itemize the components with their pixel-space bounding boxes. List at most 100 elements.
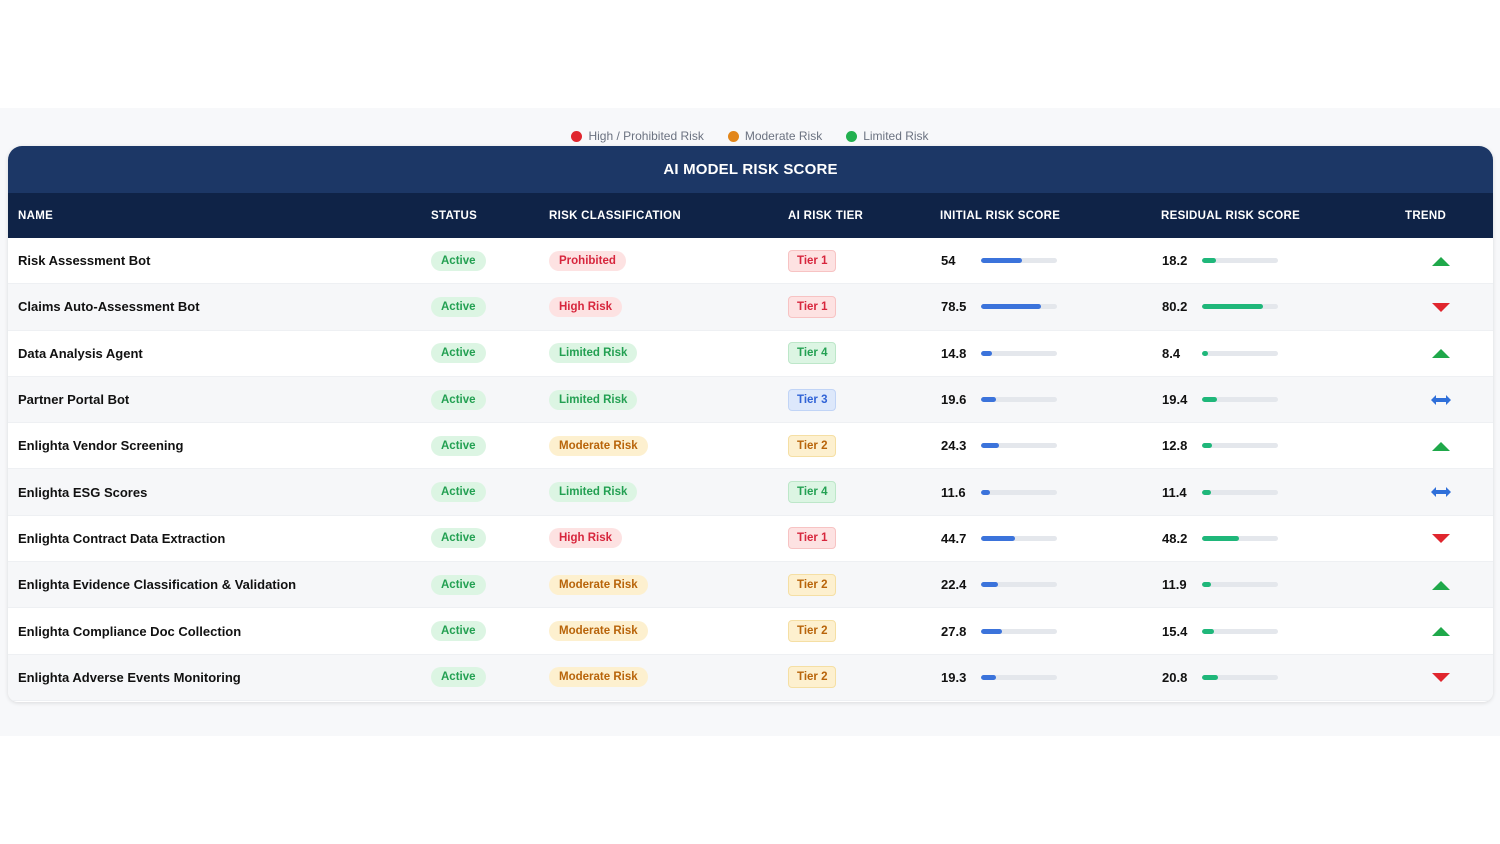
status-badge: Active	[431, 389, 486, 410]
risk-legend: High / Prohibited Risk Moderate Risk Lim…	[0, 127, 1500, 145]
header-ai-risk-tier[interactable]: AI RISK TIER	[788, 193, 863, 238]
ai-risk-tier-badge: Tier 1	[788, 295, 837, 318]
residual-risk-score: 12.8	[1162, 438, 1188, 454]
residual-score-bar	[1202, 443, 1278, 449]
tier-cell: Tier 4	[788, 469, 837, 514]
initial-score-bar	[981, 350, 1057, 356]
initial-risk-score: 19.3	[941, 669, 967, 685]
residual-score-bar	[1202, 258, 1278, 264]
table-row[interactable]: Enlighta ESG Scores Active Limited Risk Tie…	[8, 469, 1493, 516]
tier-cell: Tier 2	[788, 423, 837, 468]
tier-cell: Tier 2	[788, 562, 837, 607]
legend-item-high: High / Prohibited Risk	[571, 129, 704, 143]
residual-score-bar	[1202, 350, 1278, 356]
classification-cell: High Risk	[549, 516, 623, 561]
table-row[interactable]: Risk Assessment Bot Active Prohibited Tier …	[8, 238, 1493, 285]
row-name: Partner Portal Bot	[18, 392, 130, 408]
risk-classification-badge: Moderate Risk	[549, 435, 648, 456]
trend-cell	[1430, 655, 1452, 700]
tier-cell: Tier 1	[788, 284, 837, 329]
initial-score-cell: 78.5	[941, 284, 1057, 329]
row-name: Risk Assessment Bot	[18, 253, 151, 269]
classification-cell: Moderate Risk	[549, 562, 648, 607]
residual-score-bar	[1202, 304, 1278, 310]
residual-score-bar	[1202, 535, 1278, 541]
initial-score-bar	[981, 258, 1057, 264]
tier-cell: Tier 3	[788, 377, 837, 422]
table-row[interactable]: Claims Auto-Assessment Bot Active High Ris…	[8, 284, 1493, 331]
header-status[interactable]: STATUS	[431, 193, 477, 238]
initial-score-bar	[981, 535, 1057, 541]
initial-score-bar	[981, 674, 1057, 680]
residual-score-cell: 80.2	[1162, 284, 1278, 329]
table-row[interactable]: Enlighta Evidence Classification & Valid…	[8, 562, 1493, 609]
residual-score-bar-fill	[1202, 674, 1218, 680]
residual-score-bar-fill	[1202, 628, 1214, 634]
table-header: NAME STATUS RISK CLASSIFICATION AI RISK …	[8, 193, 1493, 238]
trend-cell	[1430, 238, 1452, 283]
trend-cell	[1430, 331, 1452, 376]
initial-score-cell: 19.6	[941, 377, 1057, 422]
initial-score-bar-fill	[981, 397, 996, 403]
residual-score-cell: 11.4	[1162, 469, 1278, 514]
status-badge: Active	[431, 482, 486, 503]
residual-risk-score: 20.8	[1162, 669, 1188, 685]
residual-score-bar-fill	[1202, 397, 1217, 403]
arrow-left-right-icon	[1430, 485, 1452, 499]
table-row[interactable]: Enlighta Contract Data Extraction Active H…	[8, 516, 1493, 563]
risk-score-card: AI MODEL RISK SCORE NAME STATUS RISK CLA…	[8, 146, 1493, 702]
initial-score-cell: 24.3	[941, 423, 1057, 468]
initial-score-bar-fill	[981, 350, 993, 356]
arrow-down-icon	[1430, 531, 1452, 545]
residual-risk-score: 11.9	[1162, 577, 1187, 593]
initial-risk-score: 27.8	[941, 623, 967, 639]
header-trend[interactable]: TREND	[1405, 193, 1446, 238]
status-cell: Active	[431, 284, 486, 329]
initial-score-bar-fill	[981, 674, 996, 680]
residual-risk-score: 19.4	[1162, 392, 1188, 408]
tier-cell: Tier 2	[788, 608, 837, 653]
residual-score-bar-fill	[1202, 443, 1212, 449]
risk-classification-badge: Moderate Risk	[549, 574, 648, 595]
status-badge: Active	[431, 343, 486, 364]
row-name: Enlighta Adverse Events Monitoring	[18, 669, 241, 685]
legend-label-high: High / Prohibited Risk	[588, 129, 704, 143]
header-initial-risk-score[interactable]: INITIAL RISK SCORE	[940, 193, 1060, 238]
table-title: AI MODEL RISK SCORE	[8, 146, 1493, 193]
arrow-up-icon	[1430, 624, 1452, 638]
initial-score-bar	[981, 628, 1057, 634]
table-row[interactable]: Enlighta Vendor Screening Active Moderate …	[8, 423, 1493, 470]
row-name: Claims Auto-Assessment Bot	[18, 299, 200, 315]
initial-score-cell: 44.7	[941, 516, 1057, 561]
ai-risk-tier-badge: Tier 1	[788, 527, 837, 550]
residual-score-bar	[1202, 582, 1278, 588]
table-row[interactable]: Enlighta Adverse Events Monitoring Active…	[8, 654, 1493, 701]
ai-risk-tier-badge: Tier 3	[788, 388, 837, 411]
arrow-up-icon	[1430, 439, 1452, 453]
initial-risk-score: 11.6	[941, 484, 966, 500]
table-row[interactable]: Data Analysis Agent Active Limited Risk Tie…	[8, 331, 1493, 377]
arrow-up-icon	[1430, 578, 1452, 592]
initial-risk-score: 44.7	[941, 530, 967, 546]
initial-score-cell: 14.8	[941, 331, 1057, 376]
status-cell: Active	[431, 516, 486, 561]
risk-classification-badge: Moderate Risk	[549, 621, 648, 642]
table-body: Risk Assessment Bot Active Prohibited Tier …	[8, 238, 1493, 701]
row-name: Enlighta Vendor Screening	[18, 438, 184, 454]
residual-risk-score: 80.2	[1162, 299, 1188, 315]
initial-score-bar	[981, 489, 1057, 495]
risk-classification-badge: High Risk	[549, 528, 623, 549]
residual-score-cell: 19.4	[1162, 377, 1278, 422]
header-risk-classification[interactable]: RISK CLASSIFICATION	[549, 193, 681, 238]
initial-risk-score: 14.8	[941, 345, 967, 361]
status-badge: Active	[431, 528, 486, 549]
header-residual-risk-score[interactable]: RESIDUAL RISK SCORE	[1161, 193, 1300, 238]
residual-score-cell: 15.4	[1162, 608, 1278, 653]
classification-cell: Moderate Risk	[549, 608, 648, 653]
initial-score-bar	[981, 304, 1057, 310]
table-row[interactable]: Enlighta Compliance Doc Collection Active…	[8, 608, 1493, 655]
status-cell: Active	[431, 608, 486, 653]
residual-risk-score: 8.4	[1162, 345, 1181, 361]
header-name[interactable]: NAME	[18, 193, 53, 238]
table-row[interactable]: Partner Portal Bot Active Limited Risk Tier…	[8, 376, 1493, 424]
